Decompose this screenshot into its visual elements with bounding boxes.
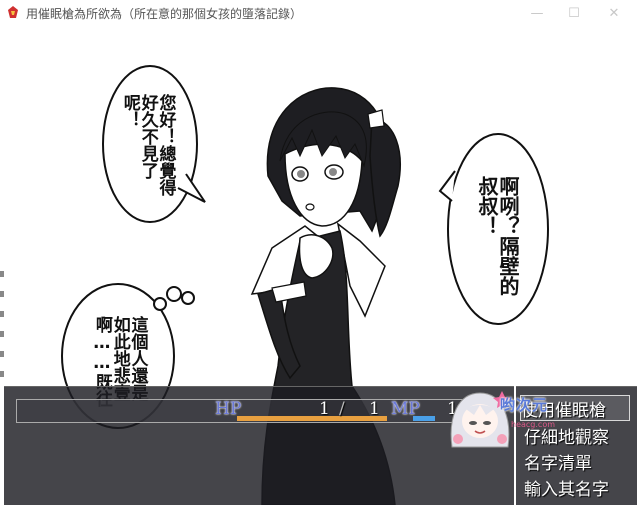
hp-bar (237, 416, 387, 421)
window-titlebar: 用催眠槍為所欲為（所在意的那個女孩的墮落記錄） — ☐ ✕ (0, 0, 639, 27)
edge-mark (0, 371, 4, 377)
edge-mark (0, 311, 4, 317)
status-window: HP 1 / 1 MP 1 (4, 386, 523, 505)
close-icon[interactable]: ✕ (600, 3, 628, 23)
app-icon (8, 6, 18, 18)
edge-mark (0, 351, 4, 357)
game-screen[interactable]: 您好！總覺得好久不見了呢！ 啊咧？隔壁的叔叔！ 這個人還是如此地悲壹啊……既往 … (0, 26, 639, 505)
watermark-url: heacg.com (511, 420, 555, 429)
hp-max: 1 (369, 399, 380, 419)
menu-item-enter-name[interactable]: 輸入其名字 (524, 475, 634, 500)
edge-mark (0, 331, 4, 337)
speech-text-left: 您好！總覺得好久不見了呢！ (119, 94, 176, 196)
window-title: 用催眠槍為所欲為（所在意的那個女孩的墮落記錄） (26, 7, 303, 21)
speech-text-right: 啊咧？隔壁的叔叔！ (475, 176, 520, 296)
menu-item-name-list[interactable]: 名字清單 (524, 449, 634, 474)
hp-current: 1 (319, 399, 330, 419)
status-gauge-frame: HP 1 / 1 MP 1 (16, 399, 523, 423)
minimize-icon[interactable]: — (523, 3, 551, 23)
edge-mark (0, 271, 4, 277)
maximize-icon[interactable]: ☐ (560, 3, 588, 23)
edge-mark (0, 291, 4, 297)
watermark-logo: 哟次元 (500, 396, 549, 414)
hp-separator: / (339, 399, 345, 419)
